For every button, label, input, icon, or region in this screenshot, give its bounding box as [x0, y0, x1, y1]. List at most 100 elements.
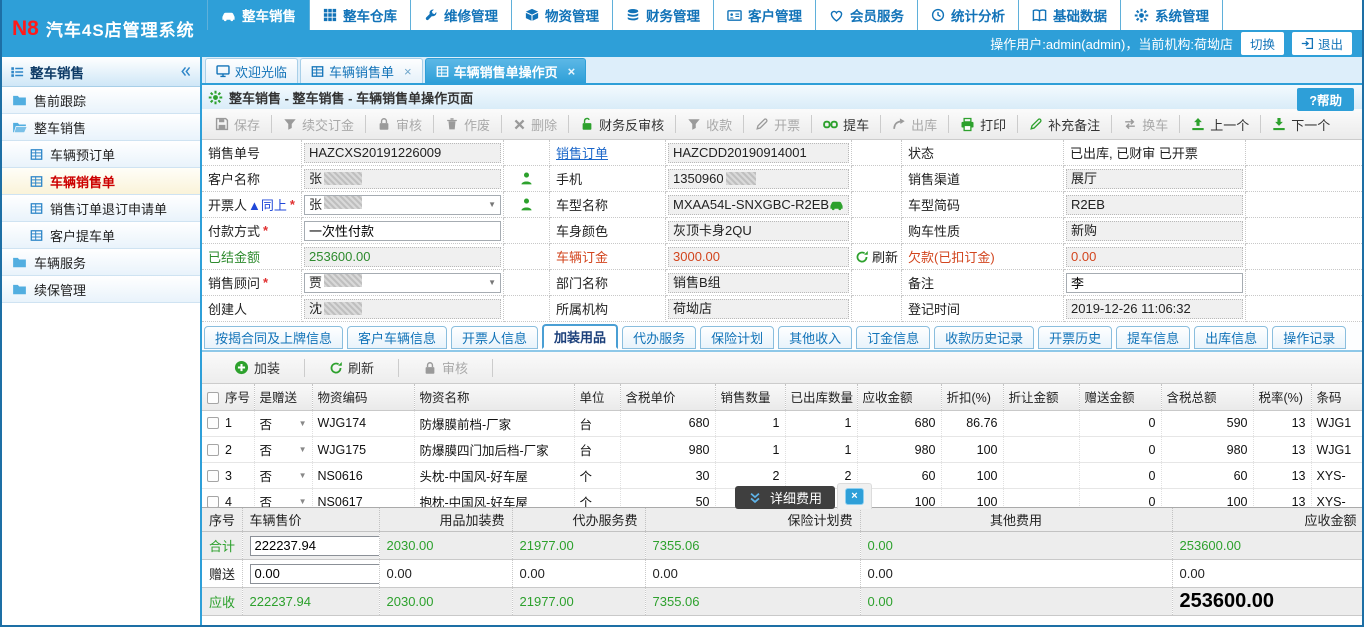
dtab-mortgage-plate-info[interactable]: 按揭合同及上牌信息: [204, 326, 343, 349]
audit-button[interactable]: 审核: [368, 115, 431, 134]
status-value: 已出库, 已财审 已开票: [1066, 143, 1198, 162]
dtab-invoice-person-info[interactable]: 开票人信息: [451, 326, 538, 349]
dtab-operation-log[interactable]: 操作记录: [1272, 326, 1346, 349]
nav-vehicle-sales[interactable]: 整车销售: [207, 0, 310, 30]
row-checkbox[interactable]: [207, 496, 219, 507]
tab-welcome[interactable]: 欢迎光临: [205, 58, 298, 83]
sidebar-item-vehicle-preorder[interactable]: 车辆预订单: [2, 141, 200, 168]
nav-label: 维修管理: [444, 5, 498, 25]
table-icon: [30, 229, 43, 242]
tab-sales-order-operation[interactable]: 车辆销售单操作页×: [425, 58, 587, 83]
sidebar-item-vehicle-sales[interactable]: 整车销售: [2, 114, 200, 141]
next-record-button[interactable]: 下一个: [1263, 115, 1339, 134]
nav-system-mgmt[interactable]: 系统管理: [1121, 0, 1223, 30]
switch-org-button[interactable]: 切换: [1241, 32, 1284, 55]
is-gift-select[interactable]: 否▼: [260, 466, 307, 485]
previous-record-button[interactable]: 上一个: [1182, 115, 1258, 134]
table-row[interactable]: 2 否▼ WJG175防爆膜四门加后档-厂家台 98011 980100 098…: [202, 437, 1362, 463]
close-tab-icon[interactable]: ×: [404, 64, 412, 79]
dtab-other-income[interactable]: 其他收入: [778, 326, 852, 349]
table-icon: [30, 202, 43, 215]
car-lookup-icon[interactable]: [829, 197, 844, 212]
dtab-customer-vehicle-info[interactable]: 客户车辆信息: [347, 326, 447, 349]
table-row[interactable]: 1 否▼ WJG174防爆膜前档-厂家台 68011 68086.76 0590…: [202, 411, 1362, 437]
folder-open-icon: [12, 120, 27, 135]
nav-statistics[interactable]: 统计分析: [918, 0, 1019, 30]
print-button[interactable]: 打印: [951, 115, 1015, 134]
invoice-person-select[interactable]: 张▼: [304, 195, 501, 215]
funnel-icon: [283, 117, 297, 131]
detail-fee-toggle[interactable]: 详细费用: [735, 486, 835, 509]
sales-order-link[interactable]: 销售订单: [556, 143, 608, 162]
continue-deposit-button[interactable]: 续交订金: [274, 115, 363, 134]
main-toolbar: 保存 续交订金 审核 作废 删除 财务反审核 收款 开票 提车 出库: [202, 109, 1362, 140]
nav-vehicle-warehouse[interactable]: 整车仓库: [310, 0, 411, 30]
sidebar-item-renewal-mgmt[interactable]: 续保管理: [2, 276, 200, 303]
payment-method-input[interactable]: [304, 221, 501, 241]
field-label-remark: 备注: [902, 270, 1064, 296]
collapse-sidebar-icon[interactable]: [179, 65, 192, 78]
dtab-pickup-info[interactable]: 提车信息: [1116, 326, 1190, 349]
receive-payment-button[interactable]: 收款: [678, 115, 741, 134]
dtab-deposit-info[interactable]: 订金信息: [856, 326, 930, 349]
add-remark-button[interactable]: 补充备注: [1020, 115, 1109, 134]
pickup-button[interactable]: 提车: [814, 115, 878, 134]
refresh-deposit-button[interactable]: 刷新: [852, 244, 902, 270]
dtab-invoice-history[interactable]: 开票历史: [1038, 326, 1112, 349]
nav-base-data[interactable]: 基础数据: [1019, 0, 1121, 30]
nav-customer-mgmt[interactable]: 客户管理: [714, 0, 816, 30]
select-all-checkbox[interactable]: [207, 392, 219, 404]
void-button[interactable]: 作废: [436, 115, 499, 134]
row-checkbox[interactable]: [207, 417, 219, 429]
sidebar-item-presale-tracking[interactable]: 售前跟踪: [2, 87, 200, 114]
row-checkbox[interactable]: [207, 470, 219, 482]
is-gift-select[interactable]: 否▼: [260, 440, 307, 459]
add-accessory-button[interactable]: 加装: [212, 358, 302, 377]
invoice-button[interactable]: 开票: [746, 115, 809, 134]
sales-consultant-select[interactable]: 贾▼: [304, 273, 501, 293]
creator-field: 沈: [304, 299, 501, 319]
nav-material-mgmt[interactable]: 物资管理: [512, 0, 613, 30]
dtab-insurance-plan[interactable]: 保险计划: [700, 326, 774, 349]
person-lookup-icon[interactable]: [519, 171, 534, 186]
sidebar-item-order-cancel-request[interactable]: 销售订单退订申请单: [2, 195, 200, 222]
logout-button[interactable]: 退出: [1292, 32, 1352, 55]
gift-vehicle-price-input[interactable]: [250, 564, 380, 584]
purchase-type-field: 新购: [1066, 221, 1243, 241]
logo-n8: N8: [12, 17, 39, 41]
dtab-accessories[interactable]: 加装用品: [542, 324, 618, 349]
delete-button[interactable]: 删除: [504, 115, 566, 134]
dtab-agency-service[interactable]: 代办服务: [622, 326, 696, 349]
nav-label: 会员服务: [850, 5, 904, 25]
close-tab-icon[interactable]: ×: [568, 64, 576, 79]
sidebar-item-customer-pickup[interactable]: 客户提车单: [2, 222, 200, 249]
person-lookup-icon[interactable]: [519, 197, 534, 212]
field-label-payment-method: 付款方式*: [202, 218, 302, 244]
is-gift-select[interactable]: 否▼: [260, 492, 307, 507]
outbound-button[interactable]: 出库: [883, 115, 946, 134]
same-as-above-link[interactable]: ▲同上: [248, 195, 287, 214]
nav-repair-mgmt[interactable]: 维修管理: [411, 0, 512, 30]
help-button[interactable]: ?帮助: [1297, 88, 1354, 111]
finance-unaudit-button[interactable]: 财务反审核: [571, 115, 673, 134]
sidebar-item-vehicle-service[interactable]: 车辆服务: [2, 249, 200, 276]
refresh-grid-button[interactable]: 刷新: [307, 358, 396, 377]
close-icon[interactable]: ×: [845, 488, 864, 505]
is-gift-select[interactable]: 否▼: [260, 414, 307, 433]
nav-label: 系统管理: [1155, 5, 1209, 25]
chevron-down-icon: ▼: [299, 419, 307, 428]
total-vehicle-price-input[interactable]: [250, 536, 380, 556]
tab-vehicle-sales-order[interactable]: 车辆销售单×: [300, 58, 423, 83]
audit-grid-button[interactable]: 审核: [401, 358, 490, 377]
nav-finance-mgmt[interactable]: 财务管理: [613, 0, 714, 30]
sidebar-item-vehicle-sales-order[interactable]: 车辆销售单: [2, 168, 200, 195]
remark-input[interactable]: [1066, 273, 1243, 293]
dtab-outbound-info[interactable]: 出库信息: [1194, 326, 1268, 349]
save-button[interactable]: 保存: [206, 115, 269, 134]
nav-member-service[interactable]: 会员服务: [816, 0, 918, 30]
field-label-purchase-type: 购车性质: [902, 218, 1064, 244]
row-checkbox[interactable]: [207, 444, 219, 456]
dtab-payment-history[interactable]: 收款历史记录: [934, 326, 1034, 349]
settled-amount-field: 253600.00: [304, 247, 501, 267]
swap-vehicle-button[interactable]: 换车: [1114, 115, 1177, 134]
